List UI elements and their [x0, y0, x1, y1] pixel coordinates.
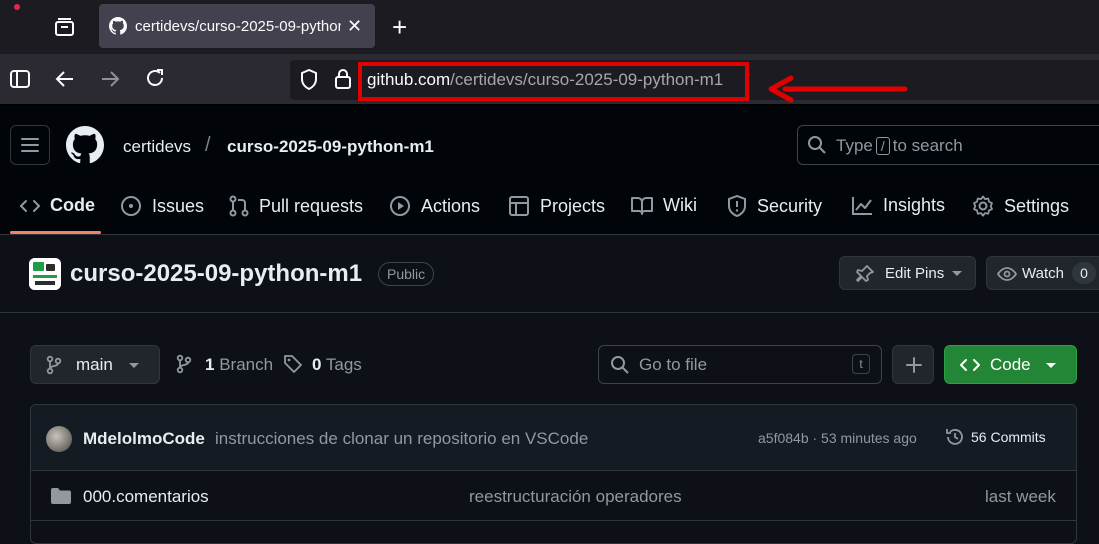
new-tab-icon[interactable]: + — [392, 14, 407, 40]
tab-security[interactable]: Security — [727, 195, 822, 217]
tag-count-label[interactable]: 0 Tags — [312, 355, 362, 375]
tab-projects-label: Projects — [540, 195, 606, 216]
tab-issues[interactable]: Issues — [120, 195, 204, 217]
caret-down-icon — [1046, 363, 1056, 368]
search-prefix: Type — [836, 136, 873, 155]
close-tab-icon[interactable]: ✕ — [347, 16, 362, 37]
commit-message[interactable]: instrucciones de clonar un repositorio e… — [215, 429, 588, 449]
commit-author[interactable]: MdelolmoCode — [83, 429, 205, 449]
commit-hash-time[interactable]: a5f084b · 53 minutes ago — [758, 430, 917, 446]
search-icon — [807, 135, 827, 155]
hamburger-icon — [21, 137, 39, 153]
search-icon — [610, 355, 630, 375]
history-icon — [946, 429, 963, 445]
recording-dot-icon — [14, 4, 20, 10]
tab-security-label: Security — [757, 195, 823, 216]
tab-groups-icon[interactable] — [54, 17, 75, 37]
table-icon — [509, 196, 529, 216]
pull-request-icon — [229, 195, 249, 217]
code-dropdown-button[interactable]: Code — [944, 345, 1077, 384]
visibility-badge: Public — [378, 262, 435, 286]
file-age: last week — [985, 487, 1056, 506]
watch-button[interactable]: Watch 0 — [986, 256, 1099, 290]
branch-count-label[interactable]: 1 Branch — [205, 355, 273, 375]
breadcrumb-owner[interactable]: certidevs — [123, 137, 191, 157]
gear-icon — [973, 195, 993, 217]
tab-insights[interactable]: Insights — [851, 195, 945, 216]
folder-icon — [50, 487, 72, 505]
branch-icon — [176, 354, 192, 374]
add-file-button[interactable] — [892, 345, 934, 384]
branch-icon — [46, 355, 62, 375]
commits-count-label: 56 Commits — [971, 429, 1046, 445]
tab-settings[interactable]: Settings — [972, 195, 1069, 217]
tag-icon[interactable] — [283, 354, 303, 374]
graph-icon — [852, 196, 872, 215]
branches-link[interactable] — [176, 354, 192, 374]
watch-label: Watch — [1022, 265, 1064, 282]
avatar[interactable] — [46, 426, 72, 452]
tab-title: certidevs/curso-2025-09-python-m1 — [135, 17, 341, 35]
edit-pins-label: Edit Pins — [885, 265, 945, 282]
branch-count: 1 — [205, 355, 215, 374]
breadcrumb-repo[interactable]: curso-2025-09-python-m1 — [227, 137, 434, 157]
watch-count: 0 — [1072, 262, 1096, 284]
search-shortcut-key: / — [875, 137, 890, 155]
caret-down-icon — [129, 363, 139, 368]
reload-icon[interactable] — [145, 68, 165, 88]
tab-pull-requests[interactable]: Pull requests — [229, 195, 363, 217]
search-suffix: to search — [892, 136, 963, 155]
search-placeholder: Type / to search — [836, 136, 963, 156]
browser-tab-active[interactable]: certidevs/curso-2025-09-python-m1 ✕ — [99, 4, 375, 48]
url-highlight-box — [358, 62, 749, 101]
tab-pull-requests-label: Pull requests — [259, 195, 364, 216]
tag-word: Tags — [325, 355, 362, 374]
github-logo-icon[interactable] — [66, 126, 104, 164]
branch-word: Branch — [219, 355, 274, 374]
sidebar-toggle-icon[interactable] — [10, 70, 30, 88]
menu-button[interactable] — [10, 125, 50, 165]
branch-selector-button[interactable]: main — [30, 345, 160, 384]
shield-icon — [728, 195, 746, 217]
code-icon — [960, 357, 980, 373]
file-commit-message[interactable]: reestructuración operadores — [469, 487, 682, 507]
code-button-label: Code — [990, 355, 1031, 374]
edit-pins-button[interactable]: Edit Pins — [839, 256, 976, 290]
go-to-file-shortcut-key: t — [852, 354, 870, 374]
forward-arrow-icon[interactable] — [100, 69, 120, 89]
repo-title[interactable]: curso-2025-09-python-m1 — [70, 260, 362, 288]
go-to-file-placeholder: Go to file — [639, 355, 708, 374]
active-tab-indicator — [10, 231, 101, 234]
pin-icon — [855, 264, 875, 284]
repo-owner-avatar[interactable] — [29, 258, 61, 290]
tab-insights-label: Insights — [883, 195, 946, 215]
tracking-shield-icon[interactable] — [300, 69, 318, 90]
tab-settings-label: Settings — [1004, 195, 1070, 216]
tab-wiki[interactable]: Wiki — [631, 195, 697, 216]
github-favicon-icon — [109, 17, 127, 35]
back-arrow-icon[interactable] — [55, 69, 75, 89]
tab-actions[interactable]: Actions — [389, 195, 480, 217]
plus-icon — [905, 356, 923, 374]
book-icon — [631, 196, 653, 215]
eye-icon — [997, 265, 1017, 283]
commits-history-link[interactable]: 56 Commits — [945, 427, 1046, 447]
tab-wiki-label: Wiki — [663, 195, 697, 215]
branch-name: main — [76, 355, 113, 374]
file-name[interactable]: 000.comentarios — [83, 487, 209, 507]
issue-icon — [121, 196, 141, 216]
tab-projects[interactable]: Projects — [508, 195, 605, 217]
tab-code[interactable]: Code — [20, 195, 95, 216]
tag-count: 0 — [312, 355, 322, 374]
tab-code-label: Code — [50, 195, 95, 215]
caret-down-icon — [952, 271, 962, 276]
breadcrumb-separator: / — [205, 134, 211, 156]
tab-issues-label: Issues — [152, 195, 205, 216]
tab-actions-label: Actions — [421, 195, 481, 216]
code-icon — [20, 199, 40, 212]
play-icon — [390, 196, 410, 216]
lock-icon[interactable] — [334, 68, 352, 90]
annotation-arrow-icon — [765, 75, 910, 105]
